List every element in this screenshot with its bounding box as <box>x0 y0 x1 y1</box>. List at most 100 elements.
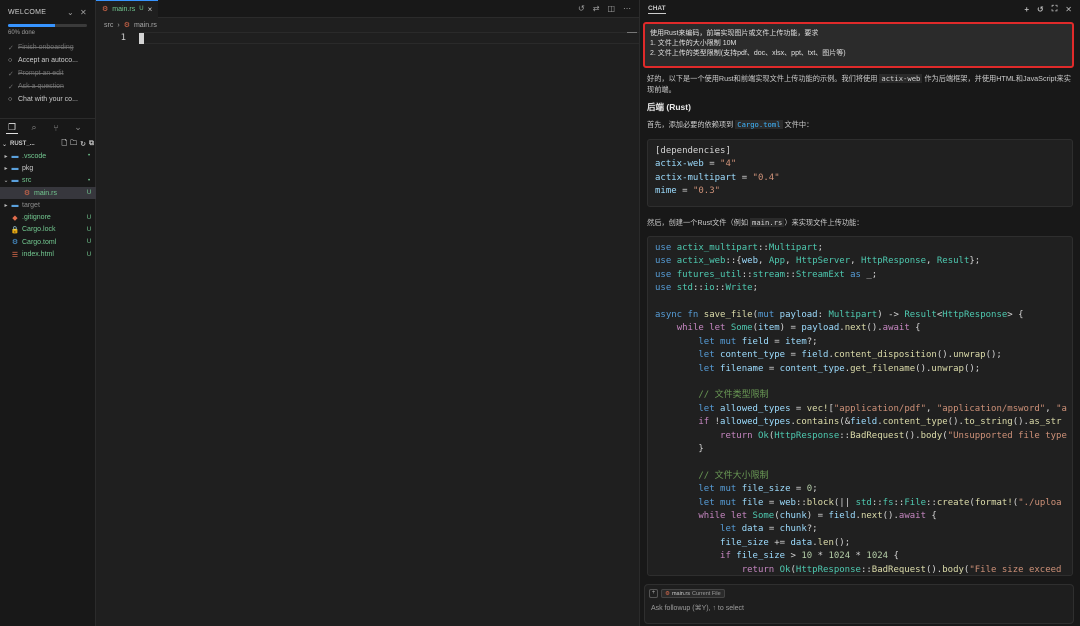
code-token: BadRequest <box>871 564 926 575</box>
code-token: std <box>855 497 872 508</box>
code-token: , <box>850 256 861 267</box>
refresh-icon[interactable]: ↻ <box>80 140 86 148</box>
code-token: (& <box>839 417 851 428</box>
onboarding-item[interactable]: ✓ Ask a question <box>0 80 95 93</box>
source-control-icon[interactable]: ⑂ <box>50 123 62 133</box>
chevron-down-icon[interactable]: ⌄ <box>67 8 74 17</box>
code-token: * <box>850 551 867 562</box>
tree-item[interactable]: ⚙ Cargo.toml U <box>0 236 96 248</box>
folder-icon: ▬ <box>11 152 19 160</box>
compare-icon[interactable]: ⇄ <box>593 4 600 13</box>
add-context-icon[interactable]: + <box>649 589 658 598</box>
code-token: HttpResponse <box>942 310 1008 321</box>
close-icon[interactable]: ✕ <box>80 8 87 17</box>
onboarding-item[interactable]: ✓ Finish onboarding <box>0 41 95 54</box>
onboarding-item[interactable]: ✓ Prompt an edit <box>0 67 95 80</box>
code-token: , <box>926 256 937 267</box>
text: 文件中： <box>782 120 814 129</box>
then-paragraph: 然后，创建一个Rust文件（例如 main.rs ）来实现文件上传功能： <box>647 217 1073 228</box>
cargo-toml-code-block[interactable]: [dependencies] actix-web = "4" actix-multi… <box>647 139 1073 207</box>
user-message[interactable]: 使用Rust来编码，前端实现图片或文件上传功能，要求 1. 文件上传的大小限制 … <box>643 22 1074 68</box>
chevron-right-icon[interactable]: ▸ <box>2 165 10 172</box>
code-token: save_file <box>703 310 753 321</box>
code-line: let filename = content_type.get_filename… <box>655 363 1065 376</box>
tab-main-rs[interactable]: ⚙ main.rs U × <box>96 0 159 18</box>
tree-item-label: .gitignore <box>22 214 51 222</box>
collapse-all-icon[interactable]: ⧉ <box>89 140 94 148</box>
code-token: (). <box>915 363 932 374</box>
code-token: let mut <box>698 497 742 508</box>
current-file-chip[interactable]: ⚙ main.rs Current File <box>661 589 725 598</box>
chat-input-box[interactable]: + ⚙ main.rs Current File Ask followup (⌘… <box>644 584 1074 624</box>
breadcrumb-file[interactable]: main.rs <box>134 22 157 29</box>
new-chat-icon[interactable]: + <box>1024 5 1029 14</box>
tree-item[interactable]: ◆ .gitignore U <box>0 211 96 223</box>
code-token: = <box>703 159 721 170</box>
explorer-header[interactable]: ⌄ RUST_... 🗋 🗀 ↻ ⧉ <box>0 138 96 150</box>
tree-item[interactable]: ☰ index.html U <box>0 248 96 260</box>
code-line: if file_size > 10 * 1024 * 1024 { <box>655 550 1065 563</box>
tree-item[interactable]: ⌄ ▬ src • <box>0 175 96 187</box>
code-line: while let Some(chunk) = field.next().awa… <box>655 510 1065 523</box>
code-token: = <box>763 524 780 535</box>
search-icon[interactable]: ⌕ <box>28 122 40 133</box>
new-file-icon[interactable]: 🗋 <box>61 139 67 150</box>
files-icon[interactable]: ❐ <box>6 122 18 134</box>
chat-title[interactable]: CHAT <box>648 5 666 14</box>
tree-item[interactable]: ⚙ main.rs U <box>0 186 96 200</box>
editor-line[interactable]: 1 <box>96 32 144 44</box>
welcome-header: WELCOME ⌄ ✕ <box>0 0 95 24</box>
tree-item[interactable]: 🔒 Cargo.lock U <box>0 224 96 236</box>
git-status-badge: • <box>87 177 91 184</box>
new-folder-icon[interactable]: 🗀 <box>70 139 77 150</box>
code-token: "Unsupported file type <box>947 430 1067 441</box>
minimap[interactable] <box>627 32 637 33</box>
code-token: to_string <box>963 417 1013 428</box>
inline-code-link[interactable]: Cargo.toml <box>735 120 783 129</box>
chevron-down-icon[interactable]: ⌄ <box>72 122 84 133</box>
code-token: :: <box>785 269 796 280</box>
code-token: as_str <box>1028 417 1062 428</box>
onboarding-list: ✓ Finish onboarding ○ Accept an autoco... ✓ P… <box>0 41 95 106</box>
close-icon[interactable]: ✕ <box>1065 5 1072 14</box>
code-token: ; <box>812 484 818 495</box>
text: 好的，以下是一个使用Rust和前端实现文件上传功能的示例。我们将使用 <box>647 74 880 83</box>
rust-code-block[interactable]: use actix_multipart::Multipart; use actix… <box>647 236 1073 576</box>
onboarding-item[interactable]: ○ Chat with your co... <box>0 93 95 106</box>
chevron-down-icon[interactable]: ⌄ <box>2 177 10 184</box>
history-icon[interactable]: ↺ <box>578 4 585 13</box>
onboarding-item[interactable]: ○ Accept an autoco... <box>0 54 95 67</box>
chat-input[interactable]: Ask followup (⌘Y), ↑ to select <box>651 604 744 612</box>
code-token: :: <box>714 283 726 294</box>
chevron-down-icon[interactable]: ⌄ <box>2 141 10 148</box>
code-token: body <box>942 564 964 575</box>
code-token: mut <box>757 310 780 321</box>
code-token: let mut <box>698 484 742 495</box>
code-token: :: <box>926 497 937 508</box>
circle-icon: ○ <box>8 96 13 103</box>
split-editor-icon[interactable]: ◫ <box>607 4 615 13</box>
code-token: next <box>860 511 883 522</box>
tree-item[interactable]: ▸ ▬ target <box>0 199 96 211</box>
history-icon[interactable]: ↺ <box>1037 5 1044 14</box>
tree-item[interactable]: ▸ ▬ pkg <box>0 162 96 174</box>
maximize-icon[interactable]: ⛶ <box>1052 4 1058 14</box>
more-actions-icon[interactable]: ⋯ <box>623 4 631 13</box>
breadcrumb-folder[interactable]: src <box>104 22 113 29</box>
code-token: "application/msword" <box>936 403 1046 414</box>
chevron-right-icon[interactable]: ▸ <box>2 202 10 209</box>
tree-item[interactable]: ▸ ▬ .vscode • <box>0 150 96 162</box>
code-token: field <box>801 350 829 361</box>
code-token: file_size <box>736 551 786 562</box>
tree-item-label: Cargo.toml <box>22 238 57 246</box>
close-tab-icon[interactable]: × <box>148 5 153 14</box>
chevron-right-icon[interactable]: ▸ <box>2 153 10 160</box>
code-line: actix-multipart = "0.4" <box>655 172 1065 185</box>
code-token: (). <box>936 350 954 361</box>
code-token: ?; <box>806 336 818 347</box>
code-line: actix-web = "4" <box>655 158 1065 171</box>
git-status-badge: • <box>87 153 91 160</box>
